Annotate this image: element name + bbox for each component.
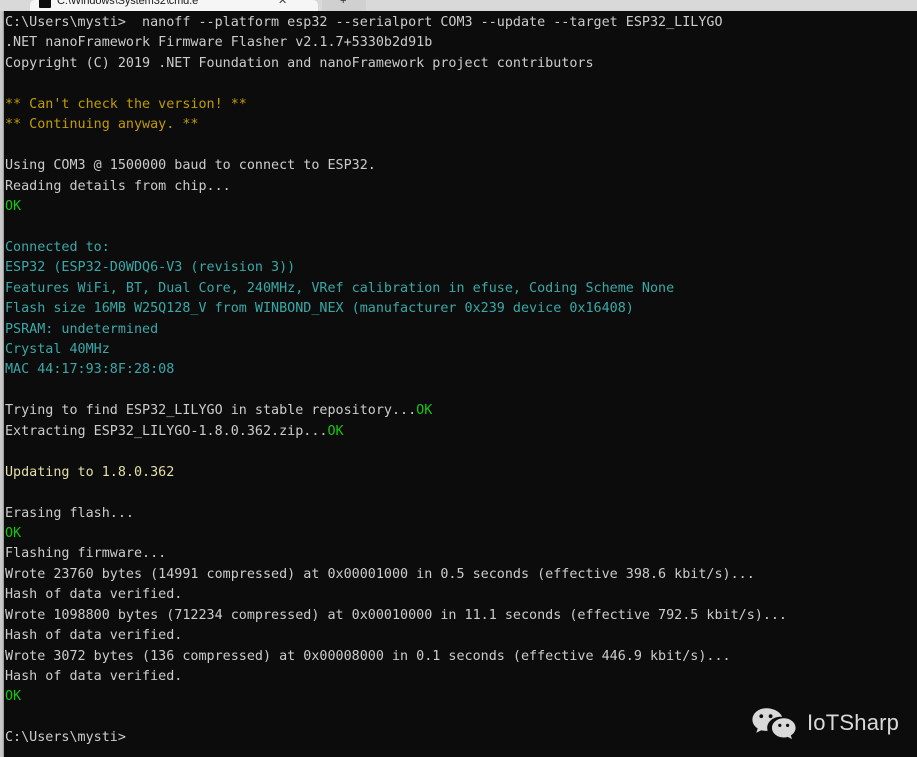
console-line-text: PSRAM: undetermined <box>5 321 159 337</box>
watermark-label: IoTSharp <box>807 710 900 735</box>
console-line-text: Erasing flash... <box>5 505 134 521</box>
console-line: Wrote 3072 bytes (136 compressed) at 0x0… <box>5 647 917 667</box>
console-line: MAC 44:17:93:8F:28:08 <box>5 360 917 380</box>
scrollbar-left-edge[interactable] <box>0 11 4 757</box>
console-line-text: Using COM3 @ 1500000 baud to connect to … <box>5 158 376 174</box>
console-line: Hash of data verified. <box>5 667 917 687</box>
console-output-area[interactable]: C:\Users\mysti> nanoff --platform esp32 … <box>0 11 917 757</box>
console-line-status: OK <box>416 403 433 419</box>
console-line: Hash of data verified. <box>5 626 917 646</box>
watermark: IoTSharp <box>750 705 899 741</box>
console-line-text: Flash size 16MB W25Q128_V from WINBOND_N… <box>5 301 634 317</box>
console-line-text: .NET nanoFramework Firmware Flasher v2.1… <box>5 35 433 51</box>
console-line-text: Wrote 23760 bytes (14991 compressed) at … <box>5 566 755 582</box>
console-line: Reading details from chip... <box>5 177 917 197</box>
tab-strip-right-gutter <box>366 0 917 11</box>
tab-cmd[interactable]: C:\Windows\System32\cmd.e ✕ <box>30 0 318 11</box>
console-line: PSRAM: undetermined <box>5 320 917 340</box>
console-line: Hash of data verified. <box>5 585 917 605</box>
console-line-text: OK <box>5 689 22 705</box>
console-line: Extracting ESP32_LILYGO-1.8.0.362.zip...… <box>5 422 917 442</box>
console-line-text: ** Continuing anyway. ** <box>5 117 199 133</box>
console-line-text: C:\Users\mysti> <box>5 730 126 746</box>
plus-icon: + <box>340 0 347 7</box>
console-icon <box>39 0 51 8</box>
console-line: ESP32 (ESP32-D0WDQ6-V3 (revision 3)) <box>5 258 917 278</box>
console-line: ** Continuing anyway. ** <box>5 115 917 135</box>
console-line-list: C:\Users\mysti> nanoff --platform esp32 … <box>5 13 917 749</box>
console-line-text: Copyright (C) 2019 .NET Foundation and n… <box>5 55 594 71</box>
console-line: Features WiFi, BT, Dual Core, 240MHz, VR… <box>5 279 917 299</box>
tab-strip-left-gutter <box>0 0 30 11</box>
console-line-text: Crystal 40MHz <box>5 342 110 357</box>
console-line-text: Flashing firmware... <box>5 546 167 562</box>
console-line-text: Connected to: <box>5 239 110 255</box>
console-line-text: ESP32 (ESP32-D0WDQ6-V3 (revision 3)) <box>5 260 296 276</box>
console-line: Updating to 1.8.0.362 <box>5 463 917 483</box>
console-line: Crystal 40MHz <box>5 340 917 360</box>
console-line-text: Hash of data verified. <box>5 669 183 684</box>
console-line-text: Extracting ESP32_LILYGO-1.8.0.362.zip... <box>5 423 328 439</box>
console-line: Trying to find ESP32_LILYGO in stable re… <box>5 401 917 421</box>
console-line-text: OK <box>5 198 22 214</box>
console-line: Connected to: <box>5 238 917 258</box>
console-line: OK <box>5 197 917 217</box>
console-line-text: Updating to 1.8.0.362 <box>5 464 175 480</box>
console-line: .NET nanoFramework Firmware Flasher v2.1… <box>5 33 917 53</box>
console-line-text: Trying to find ESP32_LILYGO in stable re… <box>5 403 417 419</box>
console-line: C:\Users\mysti> nanoff --platform esp32 … <box>5 13 917 33</box>
console-line: Erasing flash... <box>5 504 917 524</box>
console-line: Copyright (C) 2019 .NET Foundation and n… <box>5 54 917 74</box>
terminal-window: C:\Windows\System32\cmd.e ✕ + C:\Users\m… <box>0 0 917 757</box>
console-line-text: Wrote 3072 bytes (136 compressed) at 0x0… <box>5 648 731 664</box>
console-line: OK <box>5 524 917 544</box>
console-line-status: OK <box>327 423 344 439</box>
console-line-text: Hash of data verified. <box>5 587 183 603</box>
window-tab-strip: C:\Windows\System32\cmd.e ✕ + <box>0 0 917 11</box>
console-line: Wrote 23760 bytes (14991 compressed) at … <box>5 565 917 585</box>
console-line: Flashing firmware... <box>5 544 917 564</box>
console-line: Wrote 1098800 bytes (712234 compressed) … <box>5 606 917 626</box>
console-line: Using COM3 @ 1500000 baud to connect to … <box>5 156 917 176</box>
console-line: Flash size 16MB W25Q128_V from WINBOND_N… <box>5 299 917 319</box>
console-line-text: OK <box>5 525 22 541</box>
console-line-text: MAC 44:17:93:8F:28:08 <box>5 362 175 378</box>
wechat-icon <box>750 706 798 740</box>
console-line-text: ** Can't check the version! ** <box>5 96 247 112</box>
tab-title: C:\Windows\System32\cmd.e <box>57 0 199 7</box>
console-line-text: Wrote 1098800 bytes (712234 compressed) … <box>5 607 787 623</box>
console-line-text: Reading details from chip... <box>5 178 231 194</box>
console-line-text: C:\Users\mysti> nanoff --platform esp32 … <box>5 15 723 30</box>
new-tab-button[interactable]: + <box>322 0 366 11</box>
console-line-text: Features WiFi, BT, Dual Core, 240MHz, VR… <box>5 280 675 296</box>
console-line-text: Hash of data verified. <box>5 628 183 644</box>
console-line: ** Can't check the version! ** <box>5 95 917 115</box>
close-icon[interactable]: ✕ <box>278 0 287 8</box>
